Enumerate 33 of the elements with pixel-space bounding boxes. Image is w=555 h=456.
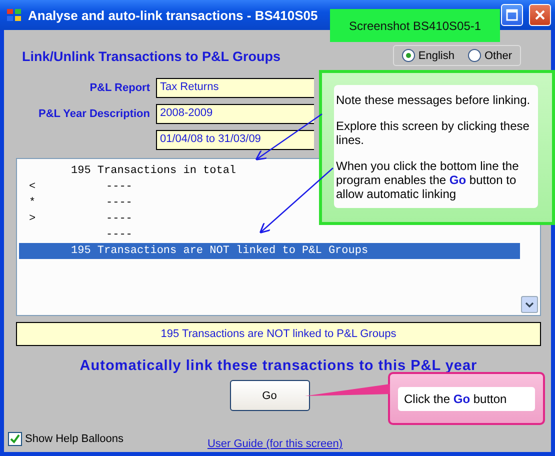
callout-text: Explore this screen by clicking these lines. xyxy=(336,119,530,147)
callout-text: When you click the bottom line the program enables the Go button to allow automatic linking xyxy=(336,159,520,201)
close-icon xyxy=(534,9,546,21)
list-row[interactable]: ---- xyxy=(19,227,315,243)
field-label: P&L Year Description xyxy=(38,108,150,120)
windows-logo-icon xyxy=(6,8,22,22)
language-radio[interactable]: Other xyxy=(468,49,512,62)
screenshot-label: Screenshot BS410S05-1 xyxy=(330,9,500,42)
text-field[interactable]: Tax Returns xyxy=(156,78,314,98)
list-row[interactable]: * ---- xyxy=(19,195,315,211)
close-button[interactable] xyxy=(529,4,551,26)
scroll-down-button[interactable] xyxy=(521,296,538,313)
maximize-button[interactable] xyxy=(501,4,523,26)
window-title: Analyse and auto-link transactions - BS410S05 xyxy=(28,8,319,22)
status-message: 195 Transactions are NOT linked to P&L Groups xyxy=(16,322,541,346)
callout-text: Click the Go button xyxy=(398,386,535,410)
language-radio[interactable]: English xyxy=(402,49,454,62)
list-row[interactable]: < ---- xyxy=(19,179,315,195)
text-field[interactable]: 01/04/08 to 31/03/09 xyxy=(156,130,314,150)
user-guide-link[interactable]: User Guide (for this screen) xyxy=(207,438,343,450)
maximize-icon xyxy=(506,9,518,21)
text-field[interactable]: 2008-2009 xyxy=(156,104,314,124)
callout-text: Note these messages before linking. xyxy=(336,93,532,107)
list-row[interactable]: 195 Transactions in total xyxy=(19,163,315,179)
go-button[interactable]: Go xyxy=(230,380,310,411)
list-row[interactable]: 195 Transactions are NOT linked to P&L Groups xyxy=(19,243,520,259)
field-label: P&L Report xyxy=(88,82,150,94)
chevron-down-icon xyxy=(525,302,534,308)
checkmark-icon xyxy=(10,434,20,444)
show-help-checkbox[interactable]: Show Help Balloons xyxy=(8,432,124,446)
section-title: Link/Unlink Transactions to P&L Groups xyxy=(21,49,281,66)
action-heading: Automatically link these transactions to this P&L year xyxy=(80,358,478,374)
list-row[interactable]: > ---- xyxy=(19,211,315,227)
